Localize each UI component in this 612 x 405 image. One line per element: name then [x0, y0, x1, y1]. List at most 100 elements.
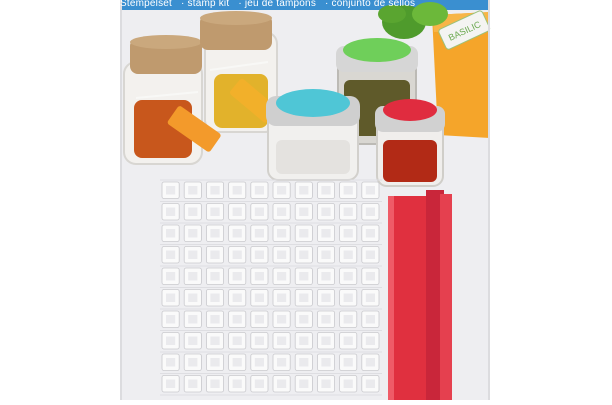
letter-stamp-face: [166, 250, 176, 259]
letter-stamp-face: [277, 250, 287, 259]
letter-stamp-face: [365, 358, 375, 367]
letter-stamp-face: [188, 250, 198, 259]
letter-stamp-face: [299, 315, 309, 324]
letter-stamp-face: [299, 336, 309, 345]
letter-stamp-face: [343, 272, 353, 281]
letter-stamp-face: [321, 379, 331, 388]
letter-stamp-face: [232, 229, 242, 238]
letter-stamp-face: [343, 293, 353, 302]
letter-stamp-face: [299, 207, 309, 216]
letter-stamp-face: [343, 379, 353, 388]
letter-stamp-face: [210, 207, 220, 216]
letter-stamp-face: [365, 272, 375, 281]
header-title-en: · stamp kit: [181, 0, 230, 9]
letter-stamp-face: [321, 272, 331, 281]
card-edge-right: [488, 0, 490, 400]
letter-stamp-face: [321, 229, 331, 238]
letter-stamp-face: [188, 379, 198, 388]
letter-stamp-face: [321, 336, 331, 345]
blue-lid-jar: [266, 89, 360, 181]
letter-stamp-face: [254, 358, 264, 367]
letter-stamp-face: [299, 293, 309, 302]
product-illustration: BASILIC: [120, 0, 491, 400]
letter-stamp-face: [321, 293, 331, 302]
header-title: Stempelset · stamp kit · jeu de tampons …: [120, 0, 490, 10]
letter-stamp-face: [254, 207, 264, 216]
letter-stamp-face: [232, 293, 242, 302]
letter-stamp-face: [365, 250, 375, 259]
letter-stamp-face: [365, 229, 375, 238]
letter-stamp-face: [343, 229, 353, 238]
letter-stamp-face: [365, 336, 375, 345]
letter-stamp-face: [210, 379, 220, 388]
letter-stamp-face: [321, 250, 331, 259]
letter-stamp-face: [299, 358, 309, 367]
letter-stamp-face: [188, 186, 198, 195]
letter-stamp-face: [210, 229, 220, 238]
letter-stamp-face: [365, 379, 375, 388]
letter-stamp-face: [232, 272, 242, 281]
letter-stamp-face: [210, 336, 220, 345]
letter-stamp-face: [365, 293, 375, 302]
letter-stamp-face: [232, 379, 242, 388]
letter-stamp-face: [365, 186, 375, 195]
letter-stamp-face: [188, 336, 198, 345]
header-title-es: · conjunto de sellos: [325, 0, 416, 9]
letter-stamp-face: [343, 336, 353, 345]
letter-stamp-face: [254, 250, 264, 259]
letter-stamp-face: [210, 272, 220, 281]
letter-stamp-face: [343, 315, 353, 324]
letter-stamp-face: [166, 358, 176, 367]
cork-jar-left: [123, 35, 203, 165]
letter-stamp-face: [321, 358, 331, 367]
letter-stamp-face: [299, 229, 309, 238]
letter-stamp-face: [254, 186, 264, 195]
red-stamp-handle: [388, 190, 452, 400]
letter-stamp-face: [321, 315, 331, 324]
letter-stamp-face: [343, 207, 353, 216]
letter-stamp-face: [232, 250, 242, 259]
letter-stamp-face: [254, 293, 264, 302]
letter-stamp-face: [321, 186, 331, 195]
letter-stamp-face: [188, 229, 198, 238]
letter-stamp-face: [299, 250, 309, 259]
letter-stamp-face: [188, 315, 198, 324]
letter-stamp-face: [343, 250, 353, 259]
letter-stamp-face: [254, 229, 264, 238]
letter-stamp-face: [166, 186, 176, 195]
letter-stamp-face: [210, 315, 220, 324]
letter-stamp-face: [166, 293, 176, 302]
letter-stamp-face: [254, 379, 264, 388]
letter-stamp-face: [210, 186, 220, 195]
letter-stamp-face: [188, 293, 198, 302]
letter-stamp-face: [277, 272, 287, 281]
letter-stamp-face: [277, 336, 287, 345]
letter-stamp-face: [188, 358, 198, 367]
letter-stamp-face: [277, 186, 287, 195]
letter-stamp-face: [166, 229, 176, 238]
letter-stamp-face: [166, 207, 176, 216]
letter-stamp-face: [210, 293, 220, 302]
letter-stamp-face: [232, 358, 242, 367]
letter-stamp-face: [232, 207, 242, 216]
letter-stamp-face: [232, 336, 242, 345]
letter-stamp-face: [277, 379, 287, 388]
letter-stamp-face: [299, 379, 309, 388]
letter-stamp-face: [343, 186, 353, 195]
letter-stamp-face: [188, 272, 198, 281]
letter-stamp-face: [210, 358, 220, 367]
letter-stamp-face: [166, 315, 176, 324]
header-title-fr: · jeu de tampons: [238, 0, 317, 9]
product-photo: BASILIC Stempelset · stamp kit · jeu de …: [0, 0, 612, 400]
letter-stamp-face: [365, 207, 375, 216]
header-title-de: Stempelset: [120, 0, 173, 9]
letter-stamp-face: [277, 315, 287, 324]
letter-stamp-face: [188, 207, 198, 216]
letter-stamp-face: [254, 336, 264, 345]
letter-stamp-face: [232, 315, 242, 324]
letter-stamp-face: [232, 186, 242, 195]
card-edge: [120, 0, 122, 400]
letter-stamp-face: [166, 336, 176, 345]
red-lid-jar: [375, 99, 445, 187]
letter-stamp-face: [277, 229, 287, 238]
